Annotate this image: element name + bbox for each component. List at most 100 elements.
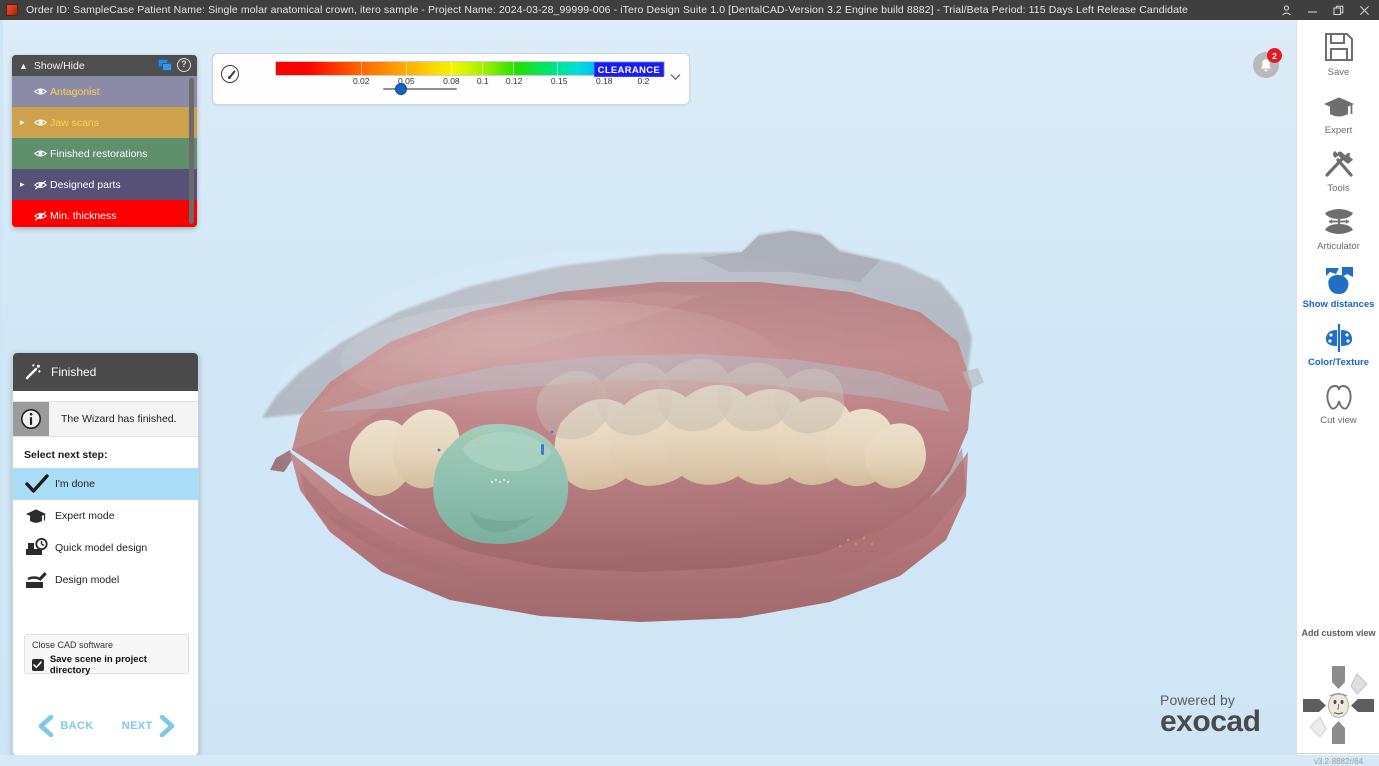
screen-layout-icon[interactable] bbox=[158, 59, 172, 72]
eye-hidden-icon[interactable] bbox=[30, 180, 50, 190]
eye-visible-icon[interactable] bbox=[30, 87, 50, 96]
clearance-label: CLEARANCE bbox=[594, 62, 664, 77]
wizard-info-text: The Wizard has finished. bbox=[49, 402, 198, 436]
restore-icon[interactable] bbox=[1325, 0, 1351, 20]
toolbar-item-cut-view[interactable]: Cut view bbox=[1297, 368, 1379, 426]
toolbar-divider bbox=[1297, 753, 1379, 754]
clearance-threshold-slider[interactable] bbox=[383, 82, 457, 96]
tools-icon bbox=[1323, 145, 1355, 179]
view-orientation-cube[interactable] bbox=[1297, 660, 1379, 750]
wizard-step-quick-model-design[interactable]: Quick model design bbox=[13, 532, 198, 564]
legend-tick: 0.18 bbox=[596, 76, 613, 86]
legend-tick-labels: 0.02 0.05 0.08 0.1 0.12 0.15 0.18 0.2 bbox=[275, 76, 667, 88]
articulator-icon bbox=[1322, 203, 1356, 237]
notification-bell-button[interactable]: 2 bbox=[1253, 52, 1279, 78]
show-hide-title: Show/Hide bbox=[34, 60, 85, 72]
layer-item-designed-parts[interactable]: ▸ Designed parts bbox=[12, 169, 197, 200]
wizard-title: Finished bbox=[51, 365, 96, 379]
expand-arrow-icon[interactable]: ▸ bbox=[20, 179, 30, 190]
back-label: BACK bbox=[60, 720, 93, 732]
slider-thumb[interactable] bbox=[395, 83, 407, 95]
next-label: NEXT bbox=[122, 720, 153, 732]
panel-scrollbar[interactable] bbox=[189, 78, 194, 224]
eye-hidden-icon[interactable] bbox=[30, 211, 50, 221]
graduation-cap-icon bbox=[25, 507, 55, 525]
toolbar-label: Expert bbox=[1325, 125, 1352, 136]
wizard-step-im-done[interactable]: I'm done bbox=[13, 468, 198, 500]
wizard-step-expert-mode[interactable]: Expert mode bbox=[13, 500, 198, 532]
gauge-icon bbox=[221, 65, 239, 83]
wizard-header: Finished bbox=[13, 353, 198, 391]
show-distances-icon bbox=[1323, 261, 1355, 295]
show-hide-header[interactable]: ▲ Show/Hide ? bbox=[12, 55, 197, 76]
graduation-cap-icon bbox=[1323, 87, 1355, 121]
exocad-logo-text: exocad bbox=[1160, 705, 1290, 739]
back-button[interactable]: BACK bbox=[38, 715, 93, 737]
layer-item-jaw-scans[interactable]: ▸ Jaw scans bbox=[12, 107, 197, 138]
wizard-step-label: Quick model design bbox=[55, 542, 147, 554]
toolbar-label: Save bbox=[1328, 67, 1350, 78]
3d-viewport[interactable]: CLEARANCE 0.02 0.05 0.08 0.1 0.12 0.15 0… bbox=[0, 20, 1296, 755]
show-hide-panel[interactable]: ▲ Show/Hide ? Antagonist bbox=[12, 55, 197, 227]
help-icon[interactable]: ? bbox=[177, 58, 191, 72]
checkmark-icon bbox=[25, 474, 55, 494]
layer-item-antagonist[interactable]: Antagonist bbox=[12, 76, 197, 107]
eye-visible-icon[interactable] bbox=[30, 149, 50, 158]
app-icon bbox=[6, 4, 18, 16]
expand-arrow-icon[interactable]: ▸ bbox=[20, 117, 30, 128]
layer-item-min-thickness[interactable]: Min. thickness bbox=[12, 200, 197, 227]
toolbar-label: Cut view bbox=[1320, 415, 1356, 426]
toolbar-item-tools[interactable]: Tools bbox=[1297, 136, 1379, 194]
toolbar-item-expert[interactable]: Expert bbox=[1297, 78, 1379, 136]
right-toolbar: Save Expert Tools bbox=[1296, 20, 1379, 755]
close-cad-software-box: Close CAD software Save scene in project… bbox=[24, 634, 189, 674]
color-gradient-bar[interactable]: CLEARANCE bbox=[275, 61, 665, 76]
save-icon bbox=[1323, 29, 1355, 63]
layer-label: Finished restorations bbox=[50, 148, 147, 160]
wizard-navigation: BACK NEXT bbox=[13, 711, 199, 741]
legend-tick: 0.02 bbox=[353, 76, 370, 86]
legend-tick: 0.12 bbox=[506, 76, 523, 86]
layer-label: Designed parts bbox=[50, 179, 121, 191]
chevron-down-icon[interactable] bbox=[670, 68, 681, 76]
wizard-info-bar: The Wizard has finished. bbox=[13, 401, 198, 437]
toolbar-item-articulator[interactable]: Articulator bbox=[1297, 194, 1379, 252]
info-icon bbox=[13, 402, 49, 436]
version-label: v3.2-8882r/64 bbox=[1297, 757, 1379, 766]
toolbar-item-color-texture[interactable]: Color/Texture bbox=[1297, 310, 1379, 368]
cut-view-icon bbox=[1323, 377, 1355, 411]
toolbar-label: Tools bbox=[1327, 183, 1349, 194]
window-controls bbox=[1273, 0, 1377, 20]
notification-count-badge: 2 bbox=[1267, 48, 1282, 63]
save-scene-checkbox-row[interactable]: Save scene in project directory bbox=[32, 654, 188, 676]
show-hide-list: Antagonist ▸ Jaw scans Finished restorat… bbox=[12, 76, 197, 227]
layer-label: Min. thickness bbox=[50, 210, 117, 222]
toolbar-label: Color/Texture bbox=[1308, 357, 1369, 368]
magic-wand-icon bbox=[24, 363, 42, 381]
layer-item-finished-restorations[interactable]: Finished restorations bbox=[12, 138, 197, 169]
chevron-up-icon[interactable]: ▲ bbox=[19, 61, 28, 71]
select-next-step-label: Select next step: bbox=[13, 437, 198, 468]
exocad-branding: Powered by exocad bbox=[1160, 692, 1290, 739]
toolbar-label: Show distances bbox=[1303, 299, 1375, 310]
close-icon[interactable] bbox=[1351, 0, 1377, 20]
add-custom-view-label[interactable]: Add custom view bbox=[1297, 628, 1379, 638]
palette-icon bbox=[1323, 319, 1355, 353]
next-button[interactable]: NEXT bbox=[122, 715, 175, 737]
wizard-step-design-model[interactable]: Design model bbox=[13, 564, 198, 596]
toolbar-item-show-distances[interactable]: Show distances bbox=[1297, 252, 1379, 310]
clearance-color-legend[interactable]: CLEARANCE 0.02 0.05 0.08 0.1 0.12 0.15 0… bbox=[212, 53, 690, 105]
legend-tick: 0.1 bbox=[477, 76, 489, 86]
toolbar-item-save[interactable]: Save bbox=[1297, 20, 1379, 78]
wizard-step-label: Design model bbox=[55, 574, 119, 586]
layer-label: Antagonist bbox=[50, 86, 100, 98]
close-cad-label: Close CAD software bbox=[32, 640, 188, 650]
minimize-icon[interactable] bbox=[1299, 0, 1325, 20]
eye-visible-icon[interactable] bbox=[30, 118, 50, 127]
quick-model-icon bbox=[25, 538, 55, 558]
user-account-icon[interactable] bbox=[1273, 0, 1299, 20]
toolbar-label: Articulator bbox=[1317, 241, 1360, 252]
wizard-step-label: I'm done bbox=[55, 478, 95, 490]
save-scene-checkbox[interactable] bbox=[32, 659, 44, 671]
wizard-panel[interactable]: Finished The Wizard has finished. Select… bbox=[12, 352, 199, 755]
